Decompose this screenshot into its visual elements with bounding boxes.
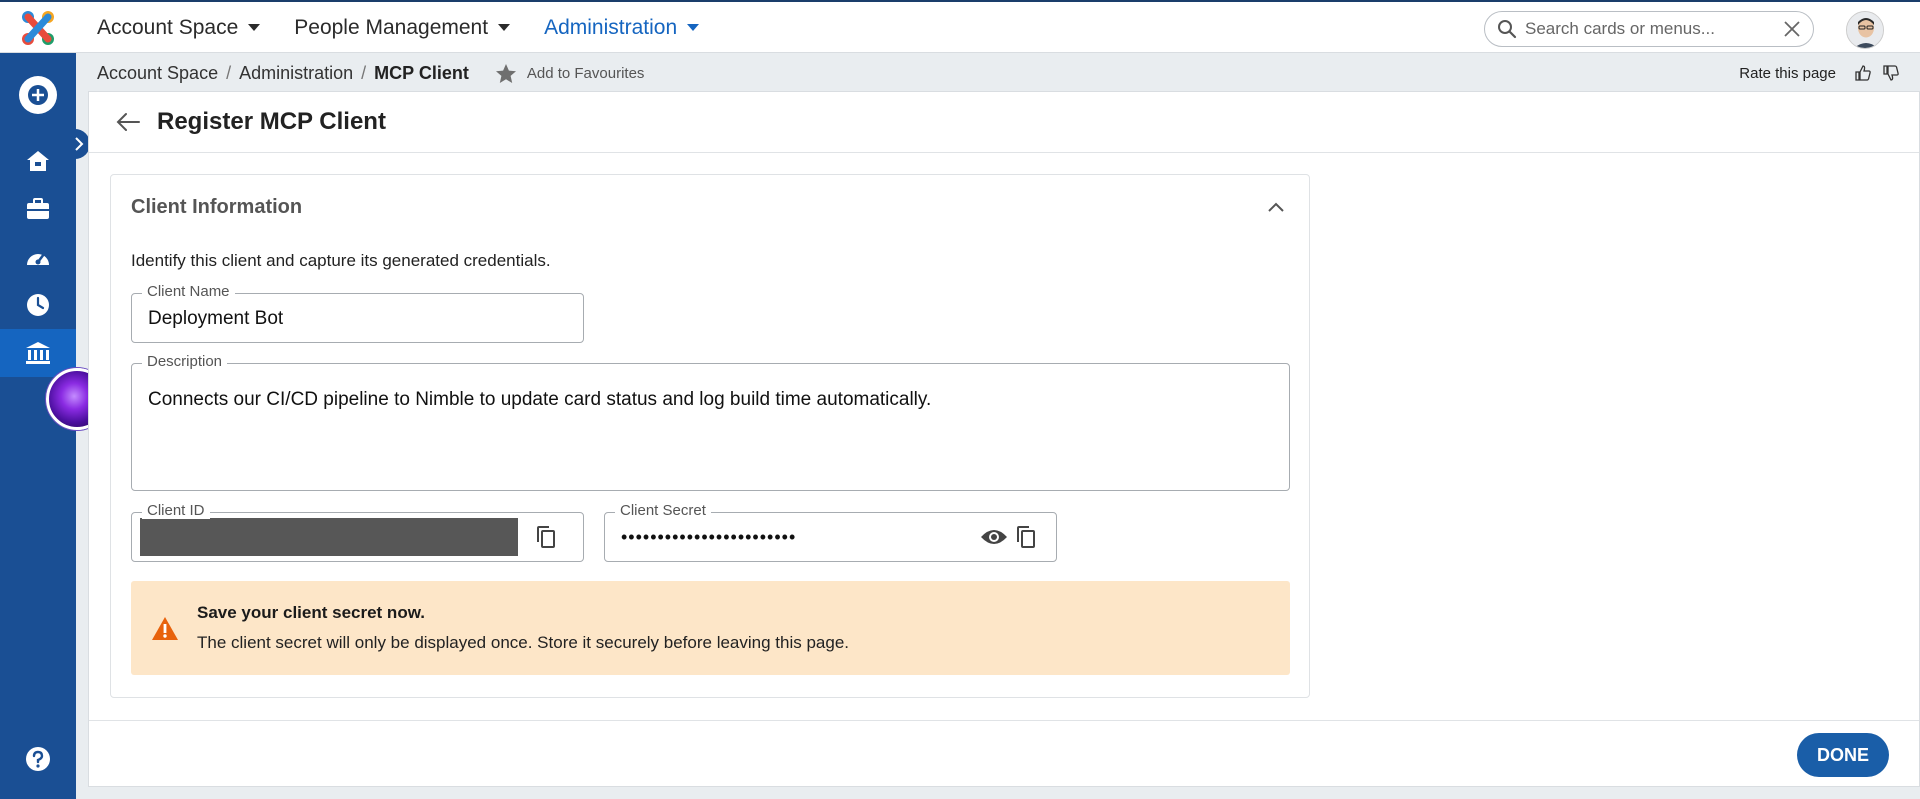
search-input[interactable] xyxy=(1525,19,1783,39)
alert-body: The client secret will only be displayed… xyxy=(197,633,850,652)
back-button[interactable] xyxy=(115,112,141,132)
client-id-label: Client ID xyxy=(142,502,210,519)
nav-administration-label: Administration xyxy=(544,15,678,39)
description-label: Description xyxy=(142,353,228,370)
alert-text: Save your client secret now. The client … xyxy=(197,603,849,653)
logo-icon xyxy=(22,10,54,45)
page-header: Register MCP Client xyxy=(89,92,1919,153)
chevron-up-icon[interactable] xyxy=(1267,201,1285,213)
clock-icon xyxy=(27,294,49,316)
description-input[interactable]: Connects our CI/CD pipeline to Nimble to… xyxy=(132,364,1289,484)
search-box xyxy=(1484,11,1814,47)
add-to-favourites-button[interactable]: Add to Favourites xyxy=(495,63,645,84)
breadcrumb: Account Space / Administration / MCP Cli… xyxy=(97,53,644,93)
caret-down-icon xyxy=(687,24,700,31)
add-to-favourites-label: Add to Favourites xyxy=(526,64,645,82)
clear-search-icon[interactable] xyxy=(1783,20,1801,38)
copy-icon xyxy=(1017,526,1035,548)
eye-icon xyxy=(981,530,1007,544)
breadcrumb-account-space[interactable]: Account Space xyxy=(97,63,218,84)
add-icon xyxy=(19,76,57,114)
breadcrumb-administration[interactable]: Administration xyxy=(239,63,353,84)
caret-down-icon xyxy=(248,24,261,31)
main-content: Register MCP Client Client Information I… xyxy=(88,91,1920,787)
card-title: Client Information xyxy=(131,195,303,218)
client-information-card: Client Information Identify this client … xyxy=(110,174,1310,698)
user-avatar[interactable] xyxy=(1846,11,1884,49)
page-title: Register MCP Client xyxy=(157,108,386,135)
alert-title: Save your client secret now. xyxy=(197,603,426,622)
nav-people-management-label: People Management xyxy=(294,15,489,39)
star-icon xyxy=(495,63,516,83)
sidebar-item-work[interactable] xyxy=(0,187,76,231)
search-icon xyxy=(1498,20,1517,39)
rate-page: Rate this page xyxy=(1739,53,1900,93)
sidebar-item-dashboard[interactable] xyxy=(0,235,76,279)
client-id-field: Client ID xyxy=(131,502,584,562)
speedometer-icon xyxy=(27,252,49,265)
sidebar-item-time[interactable] xyxy=(0,283,76,327)
page-footer: DONE xyxy=(89,720,1919,786)
client-name-input[interactable] xyxy=(132,294,583,344)
app-logo[interactable] xyxy=(0,2,76,53)
client-name-label: Client Name xyxy=(142,283,235,300)
client-name-field: Client Name xyxy=(131,283,584,344)
create-button[interactable] xyxy=(0,69,76,121)
home-icon xyxy=(27,151,49,171)
breadcrumb-separator: / xyxy=(226,62,232,83)
rate-page-label: Rate this page xyxy=(1739,64,1836,82)
card-header: Client Information xyxy=(111,175,1309,239)
copy-icon xyxy=(537,526,555,548)
nav-people-management[interactable]: People Management xyxy=(294,15,511,40)
warning-icon xyxy=(152,616,178,640)
client-secret-field: Client Secret •••••••••••••••••••••••• xyxy=(604,502,1057,562)
bank-icon xyxy=(26,342,50,364)
thumbs-down-icon[interactable] xyxy=(1882,64,1900,82)
breadcrumb-current: MCP Client xyxy=(374,62,469,83)
client-secret-value: •••••••••••••••••••••••• xyxy=(621,526,797,547)
briefcase-icon xyxy=(27,198,49,219)
arrow-left-icon xyxy=(116,113,140,131)
breadcrumb-separator: / xyxy=(361,62,367,83)
nav-account-space[interactable]: Account Space xyxy=(97,15,261,40)
nav-administration[interactable]: Administration xyxy=(544,15,700,40)
copy-client-secret-button[interactable] xyxy=(1010,521,1042,553)
main-nav: Account Space People Management Administ… xyxy=(97,2,700,53)
top-bar: Account Space People Management Administ… xyxy=(0,0,1920,53)
description-field: Description Connects our CI/CD pipeline … xyxy=(131,353,1290,491)
help-icon xyxy=(26,747,50,771)
client-secret-label: Client Secret xyxy=(615,502,711,519)
card-description: Identify this client and capture its gen… xyxy=(131,251,551,270)
done-button[interactable]: DONE xyxy=(1797,733,1889,777)
sidebar-item-home[interactable] xyxy=(0,139,76,183)
caret-down-icon xyxy=(498,24,511,31)
user-avatar-icon xyxy=(1847,12,1883,48)
thumbs-up-icon[interactable] xyxy=(1854,64,1872,82)
help-button[interactable] xyxy=(0,737,76,781)
client-id-value-redacted xyxy=(140,518,518,556)
nav-account-space-label: Account Space xyxy=(97,15,239,39)
toggle-secret-visibility-button[interactable] xyxy=(978,521,1010,553)
secret-warning-alert: Save your client secret now. The client … xyxy=(131,581,1290,675)
copy-client-id-button[interactable] xyxy=(530,521,562,553)
